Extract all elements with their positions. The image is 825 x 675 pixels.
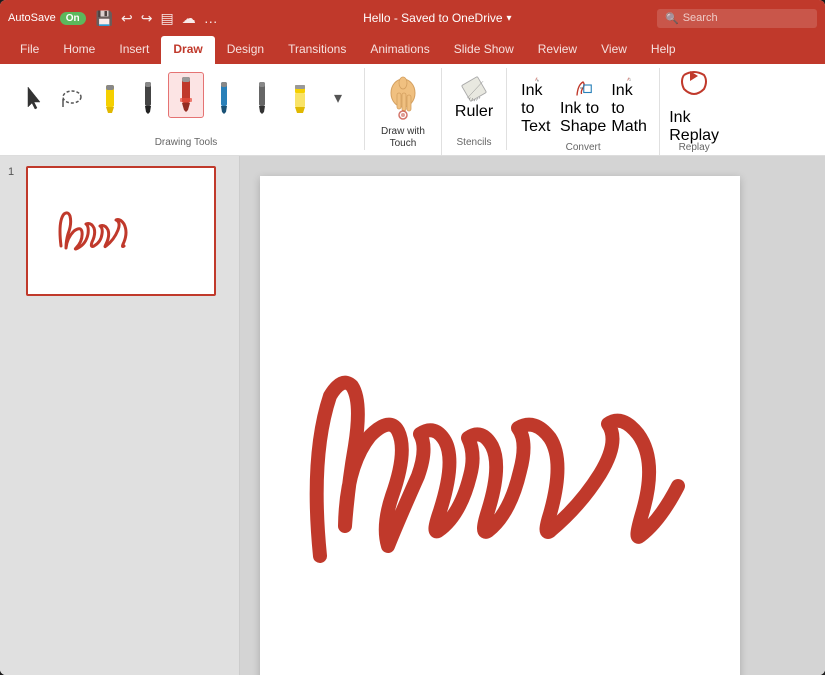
- draw-with-touch-btn[interactable]: Draw withTouch: [373, 72, 433, 153]
- tab-view[interactable]: View: [589, 36, 639, 64]
- title-dropdown-btn[interactable]: ▾: [507, 13, 512, 24]
- search-bar[interactable]: 🔍 Search: [657, 9, 817, 28]
- ink-to-shape-btn[interactable]: Ink toShape: [561, 72, 605, 140]
- ruler-icon: [460, 75, 488, 103]
- ribbon-content: ▾ Drawing Tools: [0, 64, 825, 155]
- drawing-tools-items: ▾: [16, 72, 356, 118]
- ink-to-math-btn[interactable]: ∑ Ink toMath: [607, 72, 651, 140]
- ink-to-text-label: Ink toText: [521, 82, 553, 136]
- touch-icon: [385, 75, 421, 126]
- autosave-label: AutoSave: [8, 12, 56, 24]
- undo-icon[interactable]: ↩: [121, 10, 133, 27]
- title-center: Hello - Saved to OneDrive ▾: [224, 11, 651, 25]
- search-placeholder: Search: [683, 12, 718, 24]
- tab-review[interactable]: Review: [526, 36, 589, 64]
- lasso-tool-btn[interactable]: [54, 80, 90, 118]
- draw-with-touch-group: Draw withTouch: [365, 68, 442, 155]
- ruler-label: Ruler: [455, 103, 493, 121]
- tab-animations[interactable]: Animations: [358, 36, 441, 64]
- title-bar: AutoSave On 💾 ↩ ↪ ▤ ☁ … Hello - Saved to…: [0, 0, 825, 36]
- chevron-down-icon: ▾: [334, 83, 342, 115]
- slide-thumb-container: 1: [8, 166, 231, 296]
- main-content: 1: [0, 156, 825, 675]
- tab-transitions[interactable]: Transitions: [276, 36, 358, 64]
- pen-red-btn[interactable]: [168, 72, 204, 118]
- pen-dark-btn[interactable]: [244, 78, 280, 118]
- replay-label: Replay: [679, 142, 710, 153]
- more-icon[interactable]: …: [204, 10, 218, 26]
- svg-text:∑: ∑: [629, 78, 631, 81]
- ink-to-math-label: Ink toMath: [611, 82, 647, 136]
- title-bar-icons: 💾 ↩ ↪ ▤ ☁ …: [96, 10, 218, 27]
- lasso-icon: [60, 83, 84, 115]
- more-tools-btn[interactable]: ▾: [320, 80, 356, 118]
- autosave-group: AutoSave On: [8, 12, 86, 25]
- slide-thumb-content: [36, 176, 206, 286]
- yellow-marker-btn[interactable]: [92, 80, 128, 118]
- convert-items: A Ink toText Ink toShape: [515, 72, 651, 140]
- cloud-icon[interactable]: ☁: [182, 10, 196, 27]
- slide-number: 1: [8, 166, 14, 178]
- convert-group: A Ink toText Ink toShape: [507, 68, 660, 155]
- draw-with-touch-label: Draw withTouch: [381, 126, 425, 150]
- tab-home[interactable]: Home: [51, 36, 107, 64]
- pen-black-btn[interactable]: [130, 78, 166, 118]
- tab-file[interactable]: File: [8, 36, 51, 64]
- slide-thumbnail[interactable]: [26, 166, 216, 296]
- ink-to-shape-icon: [569, 76, 597, 100]
- stencils-group: Ruler Stencils: [442, 68, 507, 150]
- highlighter-btn[interactable]: [282, 80, 318, 118]
- replay-icon: [678, 67, 710, 107]
- app-window: AutoSave On 💾 ↩ ↪ ▤ ☁ … Hello - Saved to…: [0, 0, 825, 675]
- save-icon[interactable]: 💾: [96, 10, 113, 27]
- slide-canvas[interactable]: [260, 176, 740, 675]
- slide-drawing: [260, 176, 740, 675]
- tab-design[interactable]: Design: [215, 36, 276, 64]
- presentation-icon[interactable]: ▤: [161, 10, 174, 27]
- ink-replay-btn[interactable]: InkReplay: [668, 72, 720, 140]
- ribbon-tabs: File Home Insert Draw Design Transitions…: [0, 36, 825, 64]
- slide-panel: 1: [0, 156, 240, 675]
- autosave-toggle[interactable]: On: [60, 12, 86, 25]
- pen-blue-btn[interactable]: [206, 78, 242, 118]
- tab-slideshow[interactable]: Slide Show: [442, 36, 526, 64]
- ink-replay-label: InkReplay: [669, 109, 719, 145]
- drawing-tools-group: ▾ Drawing Tools: [8, 68, 365, 150]
- ruler-btn[interactable]: Ruler: [450, 72, 498, 124]
- tab-draw[interactable]: Draw: [161, 36, 214, 64]
- search-icon: 🔍: [665, 12, 679, 25]
- ink-to-shape-label: Ink toShape: [560, 100, 606, 136]
- tab-help[interactable]: Help: [639, 36, 688, 64]
- replay-group: InkReplay Replay: [660, 68, 728, 155]
- document-title: Hello - Saved to OneDrive: [363, 11, 502, 25]
- tab-insert[interactable]: Insert: [107, 36, 161, 64]
- convert-label: Convert: [566, 142, 601, 153]
- stencils-label: Stencils: [457, 137, 492, 148]
- ribbon: File Home Insert Draw Design Transitions…: [0, 36, 825, 156]
- redo-icon[interactable]: ↪: [141, 10, 153, 27]
- ink-to-text-btn[interactable]: A Ink toText: [515, 72, 559, 140]
- select-tool-btn[interactable]: [16, 80, 52, 118]
- drawing-tools-label: Drawing Tools: [155, 137, 218, 148]
- canvas-area: [240, 156, 825, 675]
- cursor-icon: [22, 83, 46, 115]
